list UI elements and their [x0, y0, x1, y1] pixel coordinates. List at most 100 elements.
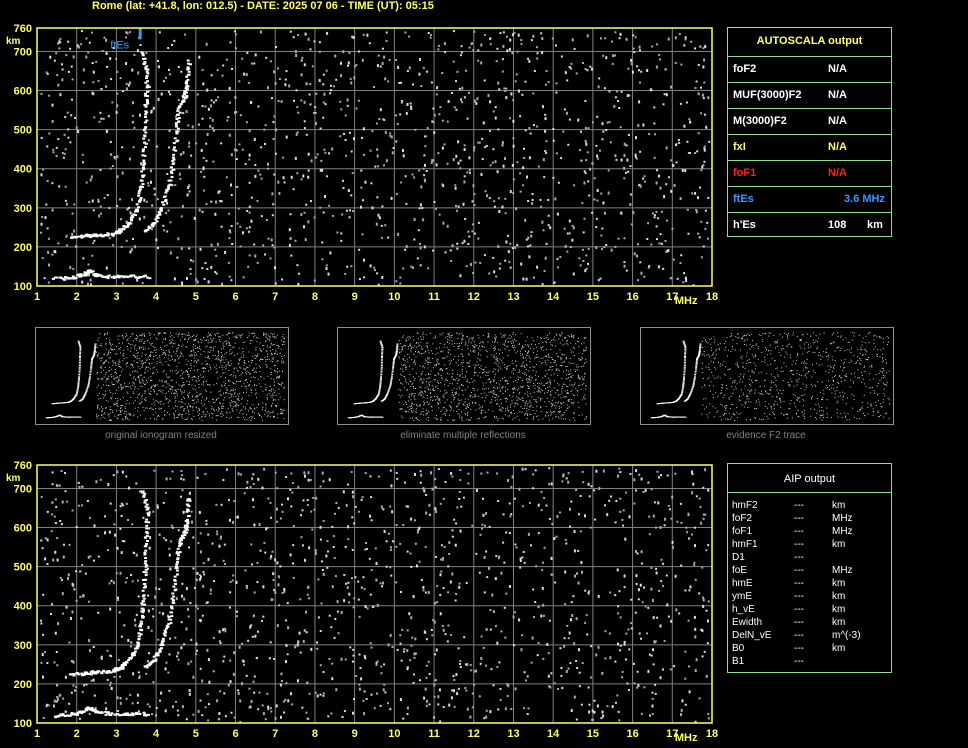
thumb-dot: [583, 365, 585, 367]
noise-dot: [87, 51, 90, 54]
thumb-dot: [501, 387, 503, 388]
noise-dot: [254, 164, 257, 166]
noise-dot: [46, 227, 49, 230]
thumb-dot: [122, 359, 124, 361]
thumb-dot: [435, 364, 437, 366]
trace-point: [186, 59, 190, 62]
trace-point: [95, 275, 99, 278]
thumb-dot: [153, 389, 154, 390]
thumbnail-eliminate-reflections[interactable]: [337, 327, 591, 425]
noise-dot: [602, 201, 605, 205]
thumb-dot: [270, 333, 272, 334]
grid: [37, 28, 712, 286]
thumb-dot: [114, 368, 116, 370]
thumb-dot: [147, 366, 149, 368]
thumb-dot: [238, 347, 240, 349]
thumb-dot: [273, 344, 275, 345]
thumb-dot: [528, 370, 530, 372]
noise-dot: [514, 80, 517, 83]
thumb-dot: [555, 407, 557, 409]
thumb-dot: [526, 344, 528, 346]
thumb-dot: [225, 387, 227, 389]
thumb-dot: [180, 406, 182, 408]
noise-dot: [516, 50, 519, 53]
ftes-label: ftEs: [110, 39, 129, 51]
thumb-dot: [257, 378, 259, 380]
noise-dot: [269, 60, 272, 63]
thumb-dot: [550, 413, 552, 415]
thumb-dot: [132, 415, 134, 417]
thumb-dot: [503, 343, 505, 345]
thumb-dot: [272, 349, 274, 350]
noise-dot: [655, 43, 658, 46]
noise-dot: [134, 245, 136, 249]
thumb-dot: [226, 389, 228, 391]
noise-dot: [547, 214, 550, 217]
thumb-dot: [176, 394, 178, 396]
noise-dot: [603, 246, 606, 249]
thumb-dot: [453, 345, 455, 347]
thumb-dot: [152, 409, 154, 410]
thumb-dot: [419, 379, 421, 381]
thumb-dot: [250, 361, 252, 363]
trace-point: [147, 226, 151, 229]
thumb-dot: [115, 380, 117, 382]
noise-dot: [272, 121, 275, 124]
noise-dot: [381, 205, 384, 208]
noise-dot: [391, 151, 394, 155]
thumb-dot: [499, 386, 501, 388]
noise-dot: [105, 85, 108, 88]
thumb-dot: [426, 397, 428, 399]
thumb-dot: [436, 396, 438, 398]
thumb-dot: [170, 388, 172, 390]
thumb-dot: [562, 344, 564, 346]
thumb-dot: [488, 391, 490, 393]
noise-dot: [578, 257, 581, 260]
thumb-dot: [436, 418, 437, 420]
thumbnail-original[interactable]: [35, 327, 289, 425]
noise-dot: [42, 168, 45, 171]
thumb-dot: [134, 400, 136, 402]
thumb-dot: [149, 334, 151, 336]
noise-dot: [463, 239, 466, 243]
trace-point: [83, 272, 87, 275]
thumb-dot: [141, 361, 143, 363]
noise-dot: [209, 117, 212, 120]
thumb-trace-point: [89, 374, 92, 376]
trace-point: [115, 232, 118, 235]
thumb-dot: [241, 352, 243, 354]
thumb-dot: [498, 418, 500, 420]
thumb-dot: [425, 374, 427, 376]
thumb-dot: [278, 393, 280, 395]
thumb-dot: [531, 343, 532, 345]
thumb-dot: [528, 409, 530, 411]
thumb-dot: [250, 373, 252, 375]
thumb-dot: [546, 383, 548, 384]
thumb-dot: [273, 336, 275, 337]
thumb-dot: [467, 353, 469, 355]
thumb-dot: [179, 355, 181, 357]
noise-dot: [202, 189, 205, 192]
thumb-dot: [524, 405, 526, 407]
thumb-trace-point: [78, 365, 81, 367]
thumb-trace-point: [79, 349, 82, 350]
thumb-dot: [468, 337, 470, 339]
thumb-dot: [467, 411, 469, 413]
thumb-dot: [259, 348, 261, 350]
thumb-dot: [222, 334, 224, 336]
thumb-dot: [210, 335, 212, 337]
thumb-dot: [491, 354, 493, 356]
thumb-dot: [116, 389, 118, 391]
x-tick-label: 1: [34, 291, 40, 303]
noise-dot: [274, 282, 277, 285]
noise-dot: [198, 208, 201, 212]
thumb-dot: [194, 340, 196, 342]
thumb-dot: [212, 407, 214, 409]
noise-dot: [131, 101, 134, 105]
noise-dot: [585, 254, 588, 257]
thumb-dot: [110, 419, 112, 421]
thumb-dot: [141, 396, 143, 398]
noise-dot: [516, 161, 519, 164]
noise-dot: [157, 247, 159, 249]
thumb-dot: [431, 396, 433, 398]
